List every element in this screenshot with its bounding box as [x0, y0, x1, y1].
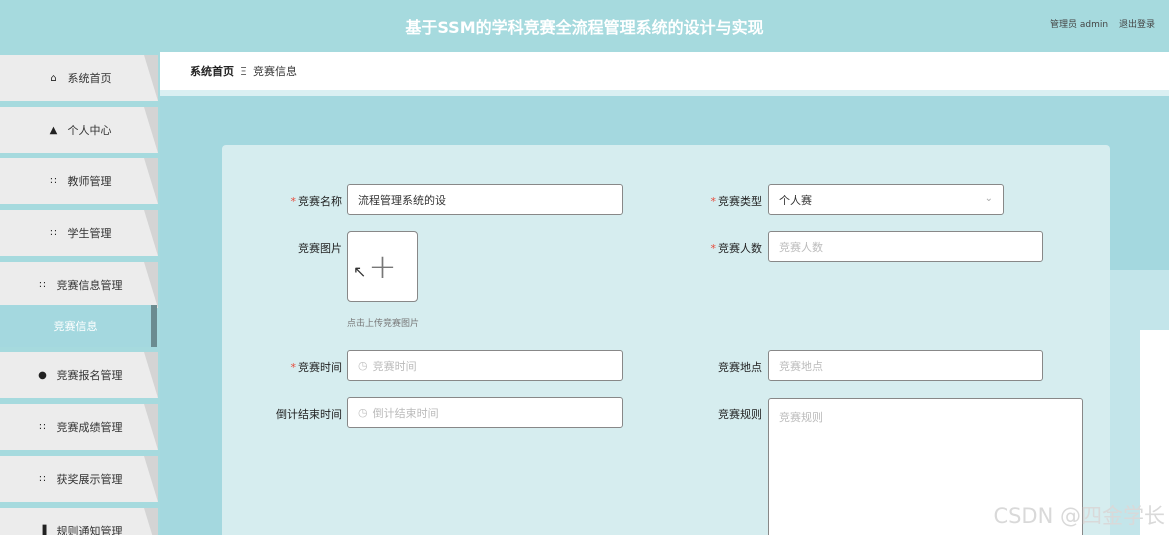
chevron-down-icon: ⌄: [984, 193, 993, 204]
watermark: CSDN @四金学长: [993, 504, 1165, 528]
plus-icon: +: [368, 246, 397, 287]
home-icon: ⌂: [50, 72, 57, 84]
user-icon: ▲: [49, 124, 58, 136]
app-title: 基于SSM的学科竞赛全流程管理系统的设计与实现: [405, 18, 764, 37]
grid-icon: ∷: [50, 175, 57, 187]
sidebar-item-label: 教师管理: [67, 175, 112, 188]
competition-rules-label: 竞赛规则: [718, 408, 762, 421]
breadcrumb-home[interactable]: 系统首页: [190, 63, 234, 79]
mouse-cursor-icon: ↖: [353, 262, 367, 281]
grid-icon: ∷: [39, 279, 46, 291]
grid-icon: ∷: [39, 421, 46, 433]
user-area: 管理员 admin 退出登录: [1042, 17, 1155, 30]
sidebar: ⌂ 系统首页 ▲ 个人中心 ∷ 教师管理 ∷ 学生管理 ∷ 竞赛信息管理 竞赛信…: [0, 52, 160, 535]
sidebar-item-label: 竞赛信息管理: [56, 279, 123, 292]
countdown-end-label: 倒计结束时间: [276, 408, 342, 421]
sidebar-item-home[interactable]: ⌂ 系统首页: [0, 55, 158, 101]
competition-name-input[interactable]: 流程管理系统的设: [347, 184, 623, 215]
logout-link[interactable]: 退出登录: [1119, 20, 1155, 30]
competition-type-select[interactable]: 个人赛 ⌄: [768, 184, 1004, 215]
sidebar-item-label: 竞赛报名管理: [56, 369, 123, 382]
grid-icon: ∷: [50, 227, 57, 239]
countdown-end-picker[interactable]: ◷ 倒计结束时间: [347, 397, 623, 428]
competition-place-label: 竞赛地点: [718, 361, 762, 374]
sidebar-item-label: 获奖展示管理: [56, 473, 123, 486]
sidebar-item-label: 个人中心: [67, 124, 112, 137]
sidebar-item-profile[interactable]: ▲ 个人中心: [0, 107, 158, 153]
competition-type-value: 个人赛: [779, 193, 812, 207]
sidebar-item-label: 竞赛成绩管理: [56, 421, 123, 434]
competition-time-label: * 竞赛时间: [290, 361, 343, 374]
sidebar-item-label: 系统首页: [67, 72, 112, 85]
breadcrumb-current: 竞赛信息: [252, 65, 297, 78]
clock-icon: ◷: [358, 359, 368, 372]
competition-place-input[interactable]: 竞赛地点: [768, 350, 1043, 381]
competition-type-label: * 竞赛类型: [710, 195, 763, 208]
competition-time-placeholder: 竞赛时间: [372, 359, 417, 373]
sidebar-item-label: 规则通知管理: [56, 525, 123, 535]
sidebar-item-awards[interactable]: ∷ 获奖展示管理: [0, 456, 158, 502]
countdown-end-placeholder: 倒计结束时间: [372, 406, 439, 420]
breadcrumb-separator-icon: Ξ: [240, 64, 247, 78]
required-mark: *: [710, 242, 717, 255]
sidebar-item-students[interactable]: ∷ 学生管理: [0, 210, 158, 256]
competition-count-label: * 竞赛人数: [710, 242, 763, 255]
breadcrumb: 系统首页 Ξ 竞赛信息: [160, 52, 1169, 90]
competition-count-input[interactable]: 竞赛人数: [768, 231, 1043, 262]
sidebar-item-label: 竞赛信息: [53, 320, 98, 333]
sidebar-item-teachers[interactable]: ∷ 教师管理: [0, 158, 158, 204]
competition-time-picker[interactable]: ◷ 竞赛时间: [347, 350, 623, 381]
required-mark: *: [290, 361, 297, 374]
competition-image-label: 竞赛图片: [298, 242, 342, 255]
upload-hint: 点击上传竞赛图片: [347, 319, 420, 329]
sidebar-item-competition-info-mgmt[interactable]: ∷ 竞赛信息管理: [0, 262, 158, 308]
admin-label: 管理员 admin: [1050, 20, 1109, 30]
clock-icon: ◷: [358, 406, 368, 419]
required-mark: *: [290, 195, 297, 208]
breadcrumb-divider: [160, 90, 1169, 96]
sidebar-subitem-competition-info[interactable]: 竞赛信息: [0, 305, 157, 347]
sidebar-item-scores[interactable]: ∷ 竞赛成绩管理: [0, 404, 158, 450]
grid-icon: ∷: [39, 473, 46, 485]
sidebar-item-label: 学生管理: [67, 227, 112, 240]
bar-chart-icon: ▐: [38, 525, 47, 535]
pin-icon: ●: [38, 369, 47, 381]
top-header: 基于SSM的学科竞赛全流程管理系统的设计与实现 管理员 admin 退出登录: [0, 0, 1169, 52]
competition-name-label: * 竞赛名称: [290, 195, 343, 208]
sidebar-item-rules[interactable]: ▐ 规则通知管理: [0, 508, 158, 535]
sidebar-item-registration[interactable]: ● 竞赛报名管理: [0, 352, 158, 398]
required-mark: *: [710, 195, 717, 208]
